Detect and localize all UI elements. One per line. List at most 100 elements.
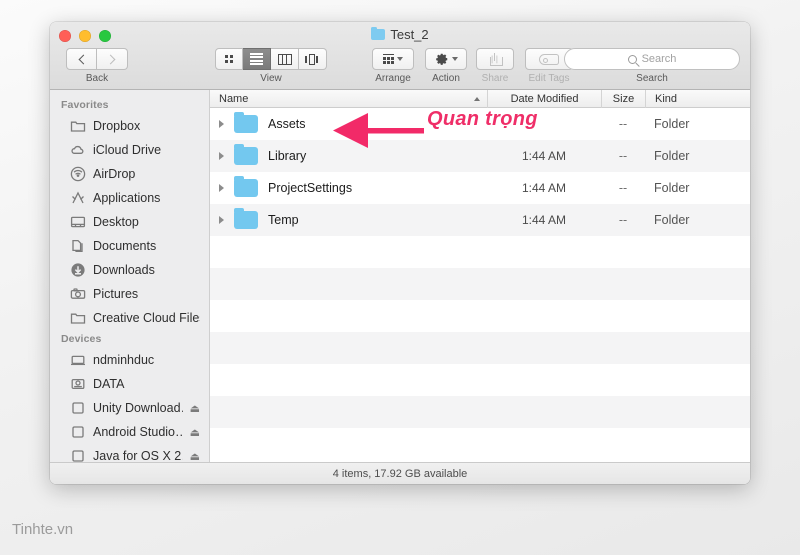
sidebar-item-pictures[interactable]: Pictures [50,282,209,306]
window-title-bar: Test_2 [50,26,750,42]
column-label: Kind [655,92,678,105]
cell-name: ProjectSettings [268,181,353,195]
view-list-button[interactable] [243,48,271,70]
sidebar-item-label: DATA [93,377,125,391]
sidebar-item-dropbox[interactable]: Dropbox [50,114,209,138]
sidebar-item-label: Java for OS X 2… [93,449,183,462]
action-button[interactable] [425,48,467,70]
cell-date-modified: 1:44 AM [521,181,567,195]
sidebar-item-label: Android Studio… [93,425,183,439]
sidebar-item-creative-cloud-files[interactable]: Creative Cloud Files [50,306,209,330]
finder-window: Test_2 Back View Arrange Action Share Ed… [50,22,750,484]
sidebar-section-header: Favorites [61,99,109,111]
empty-row [210,428,750,460]
sidebar-item-label: Dropbox [93,119,141,133]
forward-button[interactable] [97,48,128,70]
sidebar-item-java-for-os-x-2[interactable]: Java for OS X 2… ⏏ [50,444,209,462]
sidebar-item-icloud-drive[interactable]: iCloud Drive [50,138,209,162]
sidebar-item-unity-download[interactable]: Unity Download… ⏏ [50,396,209,420]
sidebar-item-documents[interactable]: Documents [50,234,209,258]
gear-icon [435,53,447,65]
empty-row [210,268,750,300]
action-control: Action [422,48,470,84]
sidebar-item-label: Desktop [93,215,139,229]
chevron-down-icon [397,57,404,61]
sidebar-item-label: iCloud Drive [93,143,162,157]
eject-icon[interactable]: ⏏ [190,402,200,415]
view-coverflow-button[interactable] [299,48,327,70]
cloud-icon [70,142,86,158]
cell-size: -- [618,181,628,195]
list-icon [250,52,263,66]
disclosure-triangle-icon[interactable] [210,184,232,192]
back-label: Back [85,73,109,84]
disclosure-triangle-icon[interactable] [210,120,232,128]
window-title: Test_2 [390,27,429,42]
column-header-kind[interactable]: Kind [645,89,750,108]
column-label: Date Modified [510,92,579,105]
airdrop-icon [70,166,86,182]
folder-icon [232,143,260,165]
sidebar-item-data[interactable]: DATA [50,372,209,396]
column-label: Size [612,92,635,105]
share-label: Share [481,73,509,84]
view-label: View [260,73,282,84]
empty-row [210,364,750,396]
sidebar-item-label: Pictures [93,287,139,301]
empty-row [210,236,750,268]
column-header-date-modified[interactable]: Date Modified [487,89,601,108]
column-header-size[interactable]: Size [601,89,645,108]
search-placeholder: Search [641,52,677,65]
disk-icon [70,424,86,440]
sidebar-item-label: ndminhduc [93,353,155,367]
table-row[interactable]: Library 1:44 AM -- Folder [210,140,750,172]
sidebar-item-ndminhduc[interactable]: ndminhduc [50,348,209,372]
eject-icon[interactable]: ⏏ [190,426,200,439]
downloads-icon [70,262,86,278]
sidebar-item-label: Applications [93,191,161,205]
sidebar-item-android-studio[interactable]: Android Studio… ⏏ [50,420,209,444]
view-segmented-control: View [215,48,327,84]
columns-icon [277,53,292,65]
cell-kind: Folder [654,117,690,131]
sidebar-item-airdrop[interactable]: AirDrop [50,162,209,186]
search-input[interactable]: Search [564,48,740,70]
documents-icon [70,238,86,254]
disk-icon [70,448,86,462]
cell-kind: Folder [654,149,690,163]
folder-outline-icon [70,118,86,134]
column-header-name[interactable]: Name [210,90,487,108]
view-icon-button[interactable] [215,48,243,70]
column-headers: Name Date Modified Size Kind [210,89,750,108]
back-button[interactable] [66,48,97,70]
view-column-button[interactable] [271,48,299,70]
arrange-button[interactable] [372,48,414,70]
folder-icon [232,175,260,197]
empty-row [210,332,750,364]
sidebar-item-label: Downloads [93,263,155,277]
share-button[interactable] [476,48,514,70]
navigation-buttons: Back [66,48,128,84]
grid-icon [225,55,233,63]
window-body: Favorites Dropbox iCloud Drive AirDrop Appli… [50,89,750,462]
annotation-text: Quan trọng [427,108,538,130]
camera-icon [70,286,86,302]
folder-icon [232,207,260,229]
tag-icon [539,53,559,65]
cell-size: -- [618,213,628,227]
sidebar-item-desktop[interactable]: Desktop [50,210,209,234]
coverflow-icon [305,53,320,65]
arrange-label: Arrange [375,73,411,84]
disclosure-triangle-icon[interactable] [210,152,232,160]
sidebar-item-downloads[interactable]: Downloads [50,258,209,282]
eject-icon[interactable]: ⏏ [190,450,200,463]
table-row[interactable]: ProjectSettings 1:44 AM -- Folder [210,172,750,204]
cell-kind: Folder [654,181,690,195]
cell-date-modified: 1:44 AM [521,149,567,163]
sidebar[interactable]: Favorites Dropbox iCloud Drive AirDrop Appli… [50,90,210,462]
disclosure-triangle-icon[interactable] [210,216,232,224]
table-row[interactable]: Temp 1:44 AM -- Folder [210,204,750,236]
file-rows[interactable]: Assets -- Folder Library 1:44 AM -- Folder Proj… [210,108,750,462]
empty-row [210,300,750,332]
sidebar-item-applications[interactable]: Applications [50,186,209,210]
